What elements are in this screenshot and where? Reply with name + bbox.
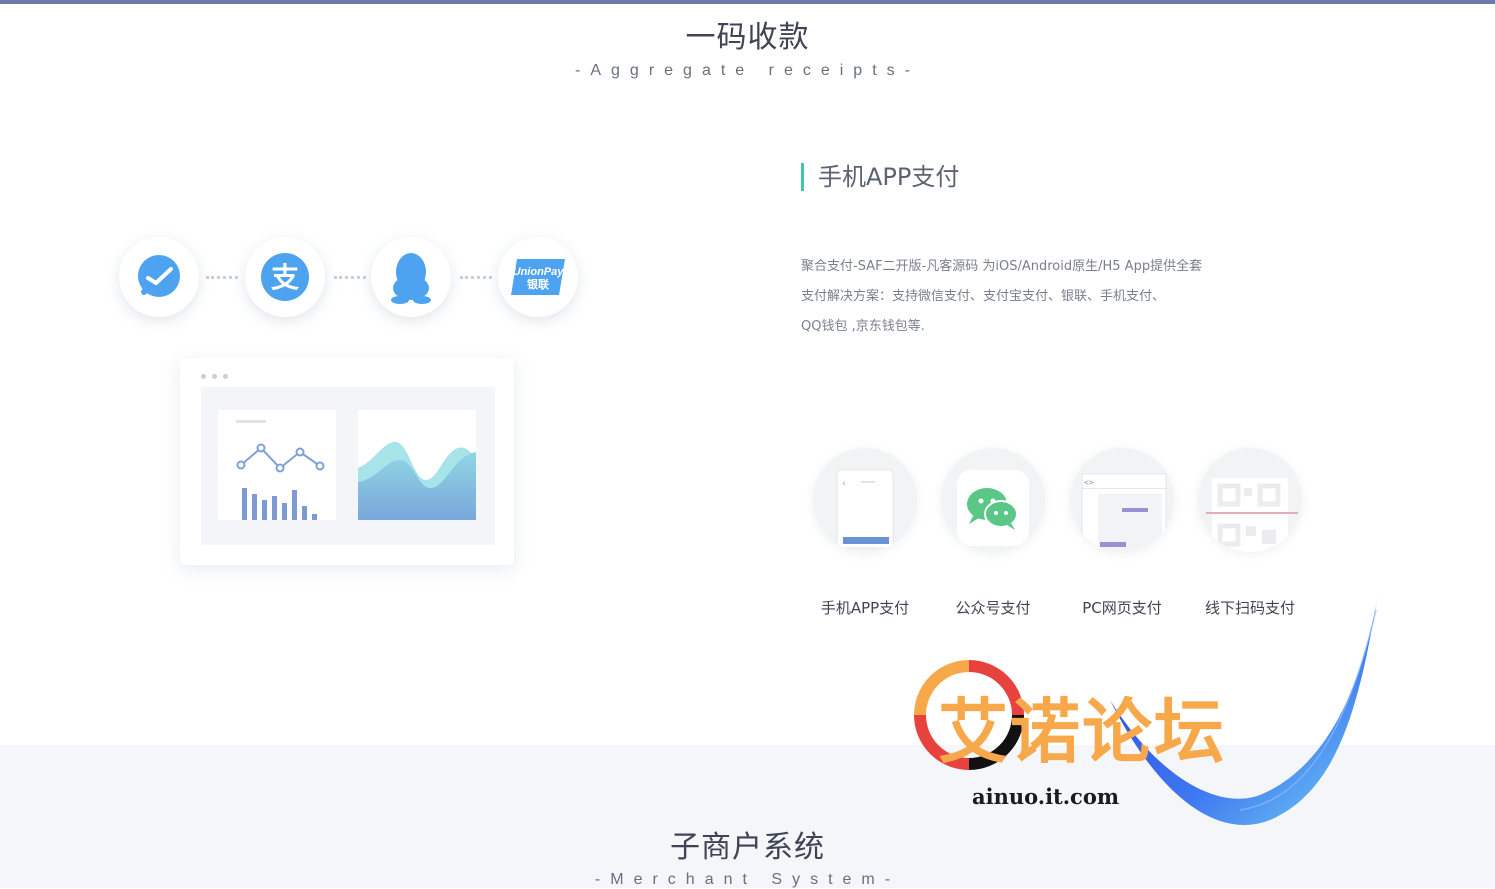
top-accent-bar	[0, 0, 1495, 4]
connector-dots	[460, 276, 492, 279]
wechat-icon	[941, 470, 1045, 552]
feature-desc-line: 支付解决方案：支持微信支付、支付宝支付、银联、手机支付、	[801, 289, 1166, 304]
method-label-official-account[interactable]: 公众号支付	[923, 597, 1063, 618]
watermark-text: 艾诺论坛	[938, 691, 1226, 773]
svg-text:<>: <>	[1084, 478, 1094, 487]
unionpay-label: UnionPay	[513, 266, 565, 278]
section-subtitle-aggregate: -Aggregate receipts-	[575, 62, 920, 79]
feature-desc-line: 聚合支付-SAF二开版-凡客源码 为iOS/Android原生/H5 App提供…	[801, 259, 1203, 274]
qq-icon	[371, 237, 451, 317]
dashboard-canvas	[201, 387, 495, 545]
method-official-account[interactable]	[941, 448, 1045, 552]
alipay-icon: 支	[245, 237, 325, 317]
dashboard-illustration	[180, 358, 514, 565]
unionpay-icon: UnionPay 银联	[498, 237, 578, 317]
method-mobile-app[interactable]: ‹	[813, 448, 917, 552]
feature-description: 聚合支付-SAF二开版-凡客源码 为iOS/Android原生/H5 App提供…	[801, 252, 1261, 342]
connector-dots	[334, 276, 366, 279]
wechat-pay-icon	[119, 237, 199, 317]
feature-heading: 手机APP支付	[801, 163, 959, 191]
pc-web-icon: <>	[1070, 473, 1174, 552]
section-title-aggregate: 一码收款	[685, 20, 810, 55]
window-dot	[201, 374, 206, 379]
window-dot	[223, 374, 228, 379]
method-label-mobile-app[interactable]: 手机APP支付	[795, 597, 935, 618]
feature-desc-line: QQ钱包 ,京东钱包等.	[801, 319, 925, 334]
section-subtitle-merchant: -Merchant System-	[594, 871, 901, 888]
area-chart-panel	[358, 410, 476, 520]
line-bar-chart-panel	[218, 410, 336, 520]
qr-scan-icon	[1198, 478, 1302, 552]
watermark-url: ainuo.it.com	[972, 784, 1120, 809]
method-offline-qr[interactable]	[1198, 448, 1302, 552]
alipay-glyph: 支	[271, 261, 299, 294]
svg-text:‹: ‹	[842, 479, 846, 489]
unionpay-cn-label: 银联	[527, 277, 549, 291]
connector-dots	[206, 276, 238, 279]
window-dot	[212, 374, 217, 379]
method-pc-web[interactable]: <>	[1070, 448, 1174, 552]
mobile-app-icon: ‹	[813, 469, 917, 552]
